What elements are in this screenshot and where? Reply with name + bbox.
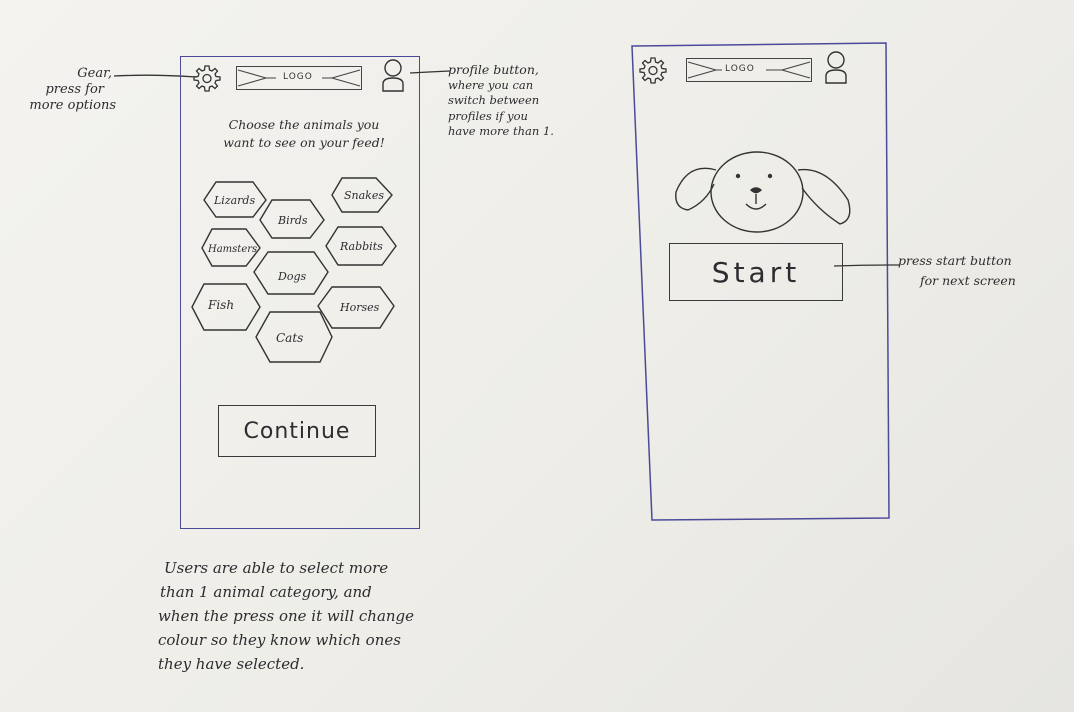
profile-button[interactable] [379,58,407,94]
category-label: Birds [277,214,308,227]
annotation-line: profiles if you [448,108,528,123]
prompt-line: want to see on your feed! [223,135,385,150]
annotation-line: colour so they know which ones [158,631,401,649]
category-label: Snakes [344,189,384,202]
annotation-line: press start button [898,253,1012,268]
profile-annotation-pointer [409,70,451,74]
settings-button[interactable] [192,63,222,93]
prompt-line: Choose the animals you [228,117,380,132]
annotation-line: switch between [448,93,540,107]
gear-annotation: Gear, press for more options [18,66,126,114]
gear-icon [639,57,667,84]
start-annotation: press start button for next screen [898,251,1016,291]
category-label: Cats [276,331,303,345]
dog-face-icon [675,151,851,233]
category-hex-grid: Lizards Snakes Birds Hamsters Rabbits Do… [191,177,397,363]
start-label: Start [711,255,801,289]
category-label: Dogs [277,270,306,283]
profile-annotation: profile button, where you can switch bet… [448,62,554,140]
annotation-line: press for [45,82,104,97]
annotation-line: have more than 1. [448,124,554,138]
category-label: Hamsters [207,244,257,255]
continue-label: Continue [243,418,351,444]
category-label: Lizards [213,194,255,207]
category-label: Rabbits [339,240,383,253]
profile-button[interactable] [822,50,850,86]
settings-button[interactable] [638,55,668,85]
logo-text: LOGO [725,64,755,74]
selection-annotation: Users are able to select more than 1 ani… [158,556,414,676]
annotation-line: they have selected. [158,655,305,673]
animal-prompt: Choose the animals you want to see on yo… [214,116,394,152]
annotation-line: profile button, [448,62,539,77]
category-label: Fish [207,298,234,312]
dog-illustration [668,148,858,238]
gear-icon [193,65,221,92]
annotation-line: than 1 animal category, and [160,583,372,601]
start-annotation-pointer [833,264,901,267]
annotation-line: when the press one it will change [158,607,415,625]
category-label: Horses [339,301,380,314]
profile-icon [825,51,847,84]
logo-placeholder: LOGO [236,66,362,90]
logo-text: LOGO [283,72,313,82]
annotation-line: for next screen [920,273,1016,288]
annotation-line: Gear, [77,66,112,81]
annotation-line: Users are able to select more [164,559,389,577]
profile-icon [382,59,404,92]
annotation-line: where you can [448,77,534,92]
logo-placeholder: LOGO [686,58,812,82]
start-button[interactable]: Start [669,243,843,301]
annotation-line: more options [29,98,116,113]
continue-button[interactable]: Continue [218,405,376,457]
